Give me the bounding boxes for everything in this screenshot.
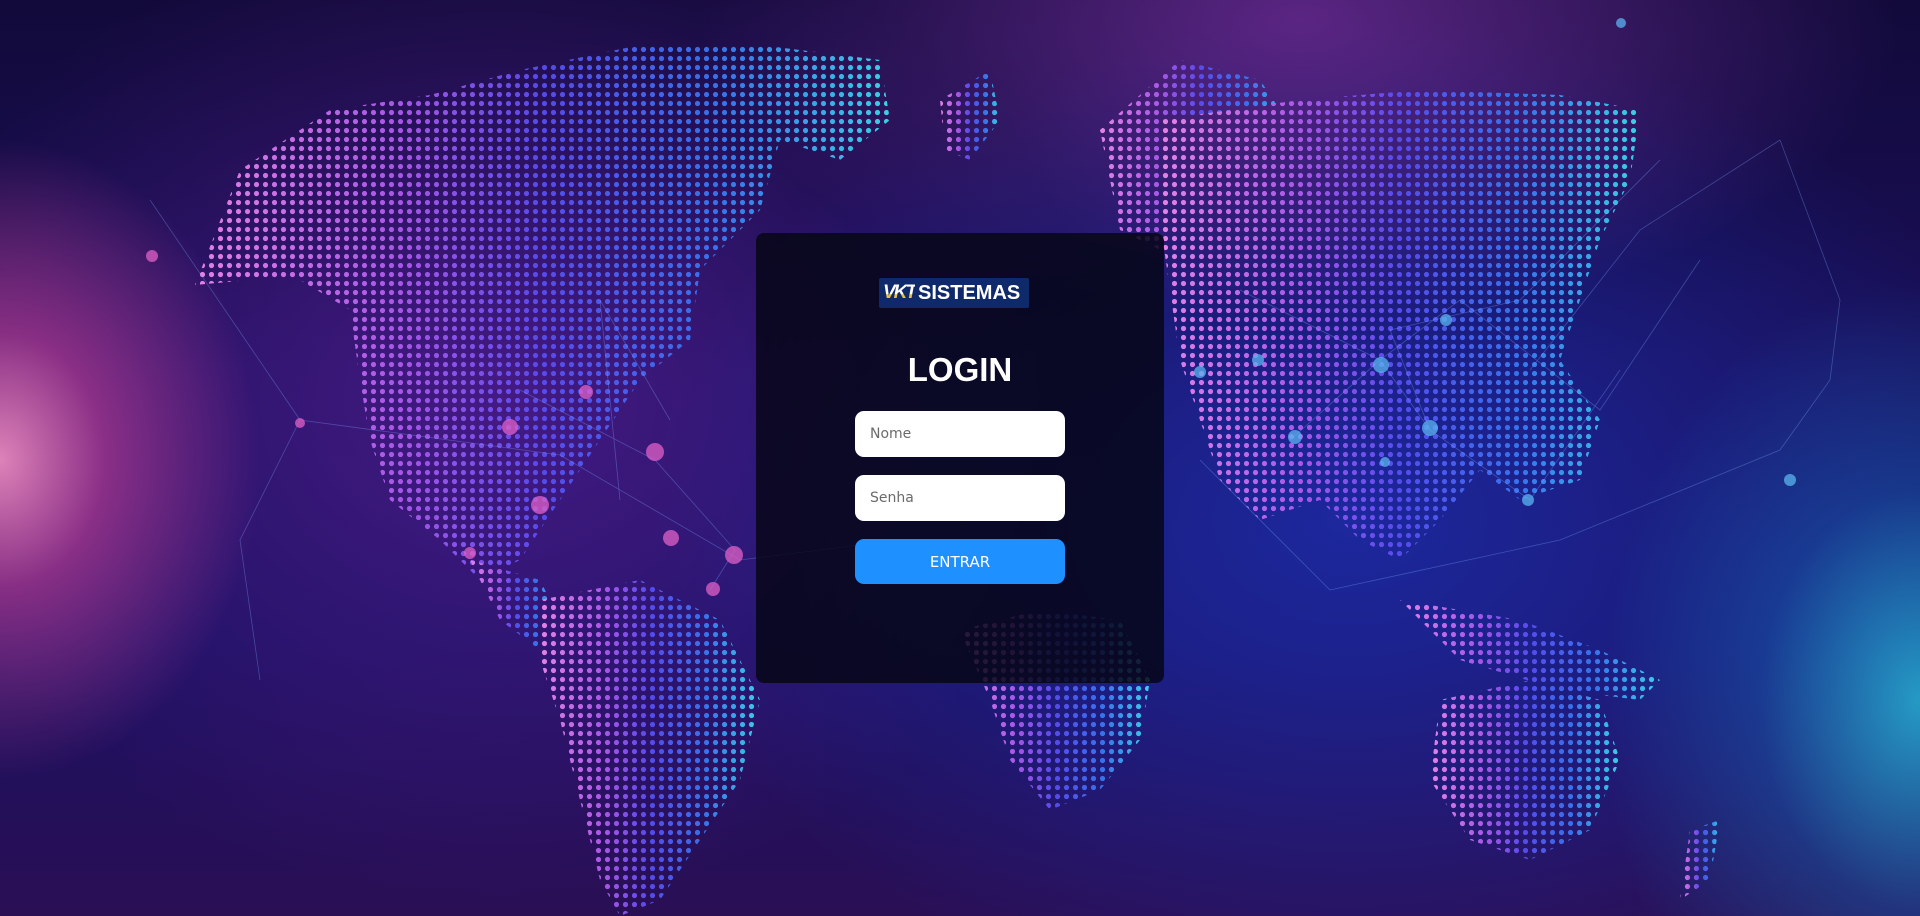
name-input[interactable] xyxy=(855,411,1065,457)
enter-button[interactable]: ENTRAR xyxy=(855,539,1065,584)
login-card: VKT SISTEMAS LOGIN ENTRAR xyxy=(756,233,1164,683)
vkt-sistemas-logo: VKT SISTEMAS xyxy=(879,278,1029,308)
login-title: LOGIN xyxy=(907,351,1013,388)
password-input[interactable] xyxy=(855,475,1065,521)
logo-mark: VKT xyxy=(883,282,917,303)
logo-text: SISTEMAS xyxy=(918,281,1021,304)
